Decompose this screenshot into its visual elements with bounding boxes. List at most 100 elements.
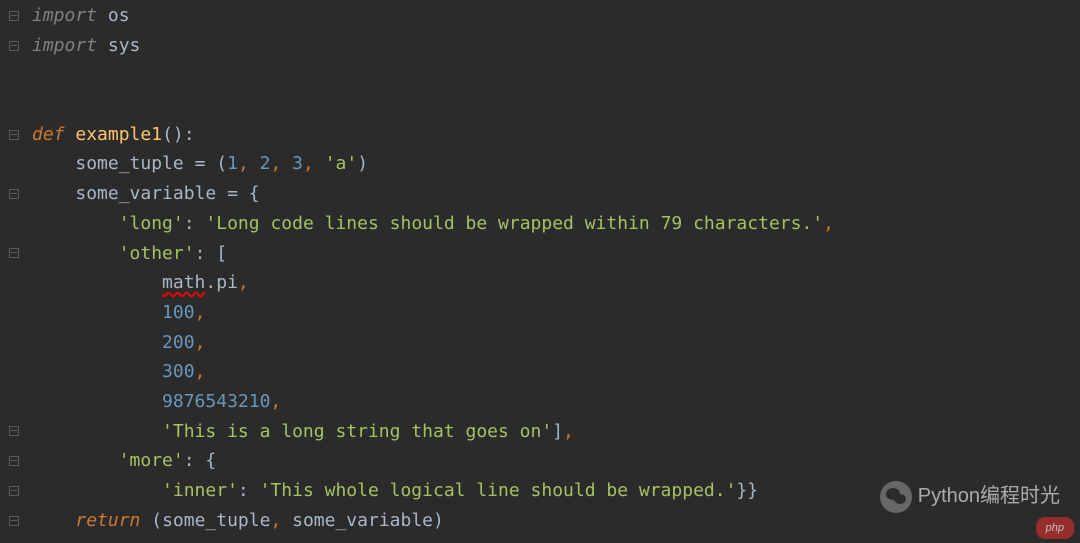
indent	[32, 272, 162, 293]
fold-icon[interactable]	[8, 446, 20, 476]
gutter-spacer	[8, 298, 20, 328]
attribute: .pi	[205, 272, 238, 293]
fold-icon[interactable]	[8, 476, 20, 506]
fold-icon[interactable]	[8, 120, 20, 150]
indent	[32, 510, 75, 531]
variable: some_tuple	[75, 153, 194, 174]
comma: ,	[270, 391, 281, 412]
colon: :	[184, 124, 195, 145]
colon: :	[184, 450, 206, 471]
string: 'This whole logical line should be wrapp…	[260, 480, 737, 501]
code-line[interactable]: import os	[32, 1, 1080, 31]
parens: ()	[162, 124, 184, 145]
dict-key: 'inner'	[162, 480, 238, 501]
gutter-spacer	[8, 387, 20, 417]
indent	[32, 450, 119, 471]
bracket-open: [	[216, 243, 227, 264]
code-line[interactable]: 100,	[32, 298, 1080, 328]
code-line[interactable]: 9876543210,	[32, 387, 1080, 417]
string: 'a'	[325, 153, 358, 174]
code-line[interactable]: some_tuple = (1, 2, 3, 'a')	[32, 149, 1080, 179]
number: 2	[260, 153, 271, 174]
bracket-close: ]	[552, 421, 563, 442]
error-identifier: math	[162, 272, 205, 293]
gutter-spacer	[8, 149, 20, 179]
code-editor[interactable]: import os import sys def example1(): som…	[0, 0, 1080, 543]
gutter-spacer	[8, 268, 20, 298]
comma: ,	[195, 332, 206, 353]
wechat-icon	[880, 481, 912, 513]
watermark-text: Python编程时光	[918, 480, 1060, 513]
comma: ,	[563, 421, 574, 442]
variable: some_variable	[75, 183, 227, 204]
dict-key: 'long'	[119, 213, 184, 234]
paren-close: )	[357, 153, 368, 174]
gutter-spacer	[8, 357, 20, 387]
code-line[interactable]: 'This is a long string that goes on'],	[32, 417, 1080, 447]
fold-icon[interactable]	[8, 239, 20, 269]
brace-open: {	[249, 183, 260, 204]
module-name: sys	[97, 35, 140, 56]
gutter-spacer	[8, 90, 20, 120]
fold-icon[interactable]	[8, 31, 20, 61]
code-line[interactable]: math.pi,	[32, 268, 1080, 298]
code-line[interactable]: def example1():	[32, 120, 1080, 150]
indent	[32, 213, 119, 234]
indent	[32, 480, 162, 501]
indent	[32, 183, 75, 204]
code-line[interactable]: 'other': [	[32, 239, 1080, 269]
comma: ,	[238, 153, 260, 174]
dict-key: 'other'	[119, 243, 195, 264]
operator: =	[227, 183, 249, 204]
function-name: example1	[75, 124, 162, 145]
gutter-spacer	[8, 60, 20, 90]
comma: ,	[195, 361, 206, 382]
keyword-import: import	[32, 35, 97, 56]
comma: ,	[270, 510, 292, 531]
code-line[interactable]: 200,	[32, 328, 1080, 358]
indent	[32, 391, 162, 412]
indent	[32, 361, 162, 382]
brace-open: {	[205, 450, 216, 471]
module-name: os	[97, 5, 130, 26]
indent	[32, 153, 75, 174]
keyword-return: return	[75, 510, 151, 531]
paren-open: (	[151, 510, 162, 531]
fold-icon[interactable]	[8, 417, 20, 447]
indent	[32, 421, 162, 442]
code-line-empty[interactable]	[32, 90, 1080, 120]
comma: ,	[303, 153, 325, 174]
operator: =	[195, 153, 217, 174]
comma: ,	[823, 213, 834, 234]
fold-icon[interactable]	[8, 179, 20, 209]
code-line[interactable]: some_variable = {	[32, 179, 1080, 209]
paren-open: (	[216, 153, 227, 174]
watermark: Python编程时光	[880, 480, 1060, 513]
keyword-import: import	[32, 5, 97, 26]
colon: :	[238, 480, 260, 501]
code-line[interactable]: 'more': {	[32, 446, 1080, 476]
colon: :	[195, 243, 217, 264]
gutter-spacer	[8, 328, 20, 358]
brace-close: }}	[736, 480, 758, 501]
variable: some_tuple	[162, 510, 270, 531]
colon: :	[184, 213, 206, 234]
fold-icon[interactable]	[8, 506, 20, 536]
indent	[32, 332, 162, 353]
indent	[32, 243, 119, 264]
number: 100	[162, 302, 195, 323]
code-area[interactable]: import os import sys def example1(): som…	[28, 0, 1080, 543]
indent	[32, 302, 162, 323]
gutter-spacer	[8, 209, 20, 239]
number: 3	[292, 153, 303, 174]
number: 9876543210	[162, 391, 270, 412]
php-badge: php	[1036, 517, 1074, 539]
fold-icon[interactable]	[8, 1, 20, 31]
comma: ,	[195, 302, 206, 323]
code-line[interactable]: import sys	[32, 31, 1080, 61]
keyword-def: def	[32, 124, 75, 145]
code-line-empty[interactable]	[32, 60, 1080, 90]
paren-close: )	[433, 510, 444, 531]
code-line[interactable]: 'long': 'Long code lines should be wrapp…	[32, 209, 1080, 239]
code-line[interactable]: 300,	[32, 357, 1080, 387]
